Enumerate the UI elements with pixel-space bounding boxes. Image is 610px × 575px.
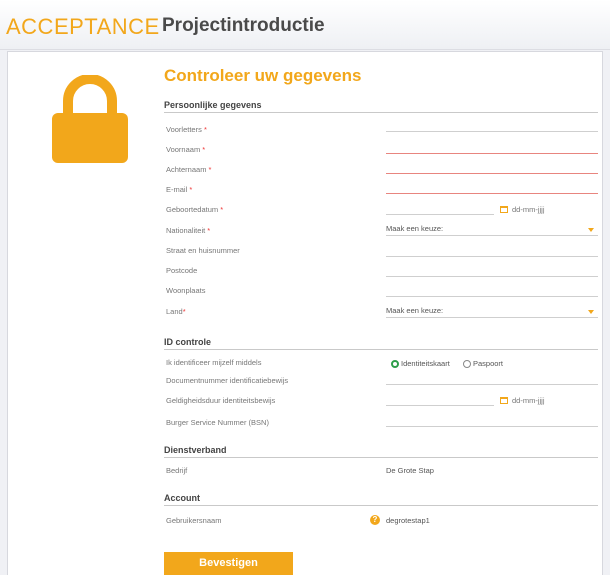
date-format-hint: dd-mm-jjjj	[512, 396, 545, 405]
achternaam-label: Achternaam *	[166, 165, 212, 174]
chevron-down-icon	[588, 310, 594, 314]
voorletters-label: Voorletters *	[166, 125, 207, 134]
geboortedatum-label: Geboortedatum *	[166, 205, 224, 214]
bsn-input[interactable]	[386, 426, 598, 427]
chevron-down-icon	[588, 228, 594, 232]
land-label: Land*	[166, 307, 186, 316]
section-account-heading: Account	[164, 493, 598, 506]
email-label: E-mail *	[166, 185, 193, 194]
straat-input[interactable]	[386, 256, 598, 257]
validity-input[interactable]	[386, 405, 494, 406]
section-employment-heading: Dienstverband	[164, 445, 598, 458]
validity-label: Geldigheidsduur identiteitsbewijs	[166, 396, 276, 405]
company-label: Bedrijf	[166, 466, 188, 475]
email-input[interactable]	[386, 193, 598, 194]
nationaliteit-label: Nationaliteit *	[166, 226, 211, 235]
section-personal-heading: Persoonlijke gegevens	[164, 100, 598, 113]
woonplaats-label: Woonplaats	[166, 286, 206, 295]
woonplaats-input[interactable]	[386, 296, 598, 297]
radio-unselected-icon	[463, 359, 471, 368]
username-label: Gebruikersnaam	[166, 516, 222, 525]
page-title: Projectintroductie	[162, 15, 325, 36]
document-number-label: Documentnummer identificatiebewijs	[166, 376, 289, 385]
document-number-input[interactable]	[386, 384, 598, 385]
help-icon[interactable]: ?	[370, 515, 380, 525]
postcode-label: Postcode	[166, 266, 198, 275]
form-title: Controleer uw gegevens	[164, 66, 362, 85]
company-value: De Grote Stap	[386, 466, 434, 475]
environment-label: ACCEPTANCE	[6, 14, 160, 39]
calendar-icon[interactable]	[500, 205, 508, 213]
voorletters-input[interactable]	[386, 131, 598, 132]
calendar-icon[interactable]	[500, 396, 508, 404]
bsn-label: Burger Service Nummer (BSN)	[166, 418, 269, 427]
date-format-hint: dd-mm-jjjj	[512, 205, 545, 214]
voornaam-input[interactable]	[386, 153, 598, 154]
lock-icon	[52, 75, 128, 163]
radio-paspoort[interactable]: Paspoort	[463, 359, 503, 368]
confirm-button[interactable]: Bevestigen	[164, 552, 293, 575]
radio-identiteitskaart[interactable]: Identiteitskaart	[391, 359, 450, 368]
top-bar: ACCEPTANCE Projectintroductie	[0, 0, 610, 50]
section-id-heading: ID controle	[164, 337, 598, 350]
land-select[interactable]: Maak een keuze:	[386, 306, 598, 318]
straat-label: Straat en huisnummer	[166, 246, 240, 255]
identify-label: Ik identificeer mijzelf middels	[166, 358, 262, 367]
achternaam-input[interactable]	[386, 173, 598, 174]
radio-selected-icon	[391, 359, 399, 368]
nationaliteit-select[interactable]: Maak een keuze:	[386, 224, 598, 236]
postcode-input[interactable]	[386, 276, 598, 277]
username-value: degrotestap1	[386, 516, 430, 525]
geboortedatum-input[interactable]	[386, 214, 494, 215]
voornaam-label: Voornaam *	[166, 145, 206, 154]
